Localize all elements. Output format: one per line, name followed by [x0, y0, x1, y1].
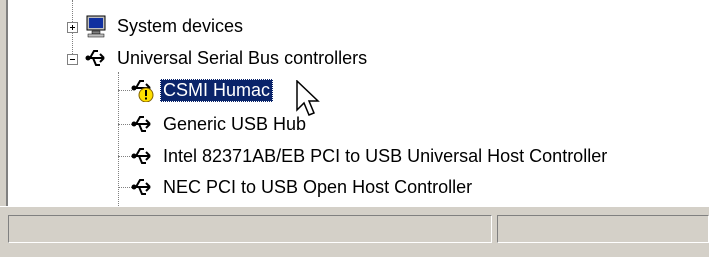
expand-button-system-devices[interactable] [67, 22, 78, 33]
tree-item-label: CSMI Humac [160, 78, 274, 102]
tree-item-intel-usb-host-controller[interactable]: Intel 82371AB/EB PCI to USB Universal Ho… [130, 142, 610, 170]
usb-icon [84, 46, 108, 70]
usb-icon [130, 175, 154, 199]
tree-border [0, 0, 8, 206]
tree-item-label: System devices [117, 15, 244, 36]
tree-item-nec-usb-host-controller[interactable]: NEC PCI to USB Open Host Controller [130, 173, 475, 201]
tree-item-label: Intel 82371AB/EB PCI to USB Universal Ho… [163, 145, 608, 166]
collapse-button-usb-controllers[interactable] [67, 54, 78, 65]
tree-item-system-devices[interactable]: System devices [84, 12, 246, 40]
tree-item-label: Generic USB Hub [163, 113, 307, 134]
tree-item-label: NEC PCI to USB Open Host Controller [163, 176, 473, 197]
tree-item-generic-usb-hub[interactable]: Generic USB Hub [130, 110, 309, 138]
status-bar [0, 206, 709, 257]
tree-item-usb-controllers[interactable]: Universal Serial Bus controllers [84, 44, 370, 72]
monitor-icon [84, 14, 108, 38]
tree-line [118, 72, 119, 206]
tree-item-label: Universal Serial Bus controllers [117, 47, 368, 68]
usb-icon [130, 144, 154, 168]
status-pane-secondary [497, 215, 709, 243]
usb-warning-icon [130, 78, 154, 103]
mouse-cursor-icon [296, 80, 320, 116]
tree-item-csmi-humac[interactable]: CSMI Humac [130, 76, 274, 104]
usb-icon [130, 112, 154, 136]
device-tree[interactable]: System devices Universal Serial Bus cont… [0, 0, 709, 206]
status-pane-main [8, 215, 492, 243]
